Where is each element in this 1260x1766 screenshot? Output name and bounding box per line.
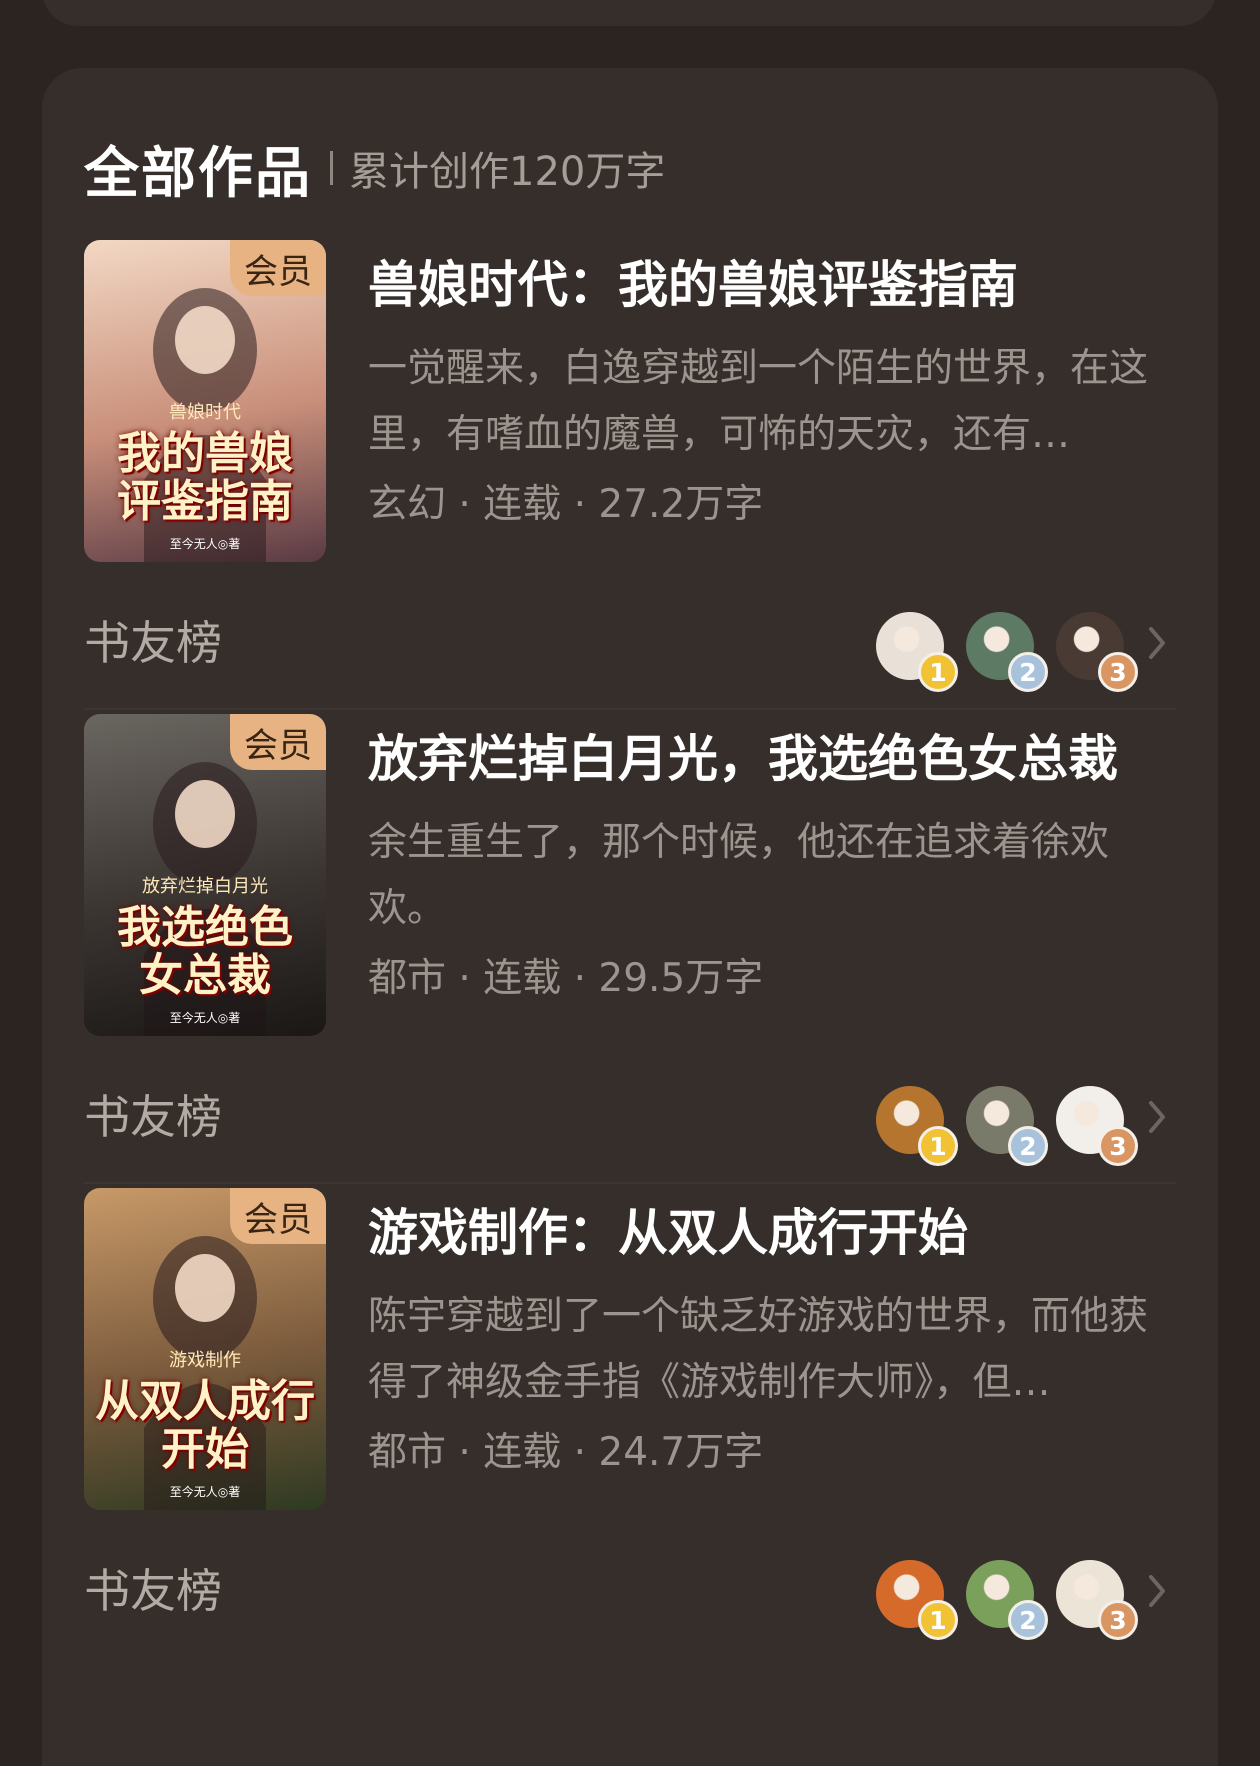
cover-title: 我选绝色 女总裁 [84, 904, 326, 1000]
header-divider [330, 151, 334, 185]
cover-title-line: 开始 [161, 1424, 249, 1475]
reader-avatar[interactable]: 3 [1056, 1086, 1138, 1166]
book-cover[interactable]: 兽娘时代 我的兽娘 评鉴指南 至今无人◎著 会员 [84, 240, 326, 562]
cover-title: 我的兽娘 评鉴指南 [84, 430, 326, 526]
reader-avatar[interactable]: 2 [966, 1560, 1048, 1640]
reader-ranking-label: 书友榜 [84, 1090, 222, 1144]
reader-ranking-row[interactable]: 书友榜 1 2 3 [84, 608, 1176, 692]
item-divider [84, 708, 1176, 710]
cover-subtitle: 游戏制作 [169, 1350, 241, 1371]
book-cover[interactable]: 游戏制作 从双人成行 开始 至今无人◎著 会员 [84, 1188, 326, 1510]
reader-avatar[interactable]: 3 [1056, 612, 1138, 692]
cover-title: 从双人成行 开始 [84, 1378, 326, 1474]
cover-subtitle: 放弃烂掉白月光 [142, 876, 268, 897]
rank-medal: 1 [918, 652, 958, 692]
cover-subtitle: 兽娘时代 [169, 402, 241, 423]
reader-ranking-label: 书友榜 [84, 1564, 222, 1618]
cover-author: 至今无人◎著 [169, 1485, 241, 1499]
rank-medal: 3 [1098, 652, 1138, 692]
item-divider [84, 1182, 1176, 1184]
cover-title-line: 从双人成行 [95, 1376, 315, 1427]
cover-title-line: 我的兽娘 [117, 428, 293, 479]
section-header: 全部作品 累计创作120万字 [84, 128, 665, 208]
rank-medal: 3 [1098, 1600, 1138, 1640]
book-description: 陈宇穿越到了一个缺乏好游戏的世界，而他获得了神级金手指《游戏制作大师》，但… [368, 1294, 1149, 1405]
member-badge: 会员 [230, 1188, 326, 1244]
book-meta: 都市 · 连载 · 29.5万字 [368, 956, 764, 1001]
book-info[interactable]: 兽娘时代：我的兽娘评鉴指南 一觉醒来，白逸穿越到一个陌生的世界，在这里，有嗜血的… [368, 240, 1176, 538]
reader-ranking-label: 书友榜 [84, 616, 222, 670]
cover-title-line: 我选绝色 [117, 902, 293, 953]
total-words-label: 累计创作120万字 [349, 149, 666, 195]
cover-title-line: 女总裁 [139, 950, 271, 1001]
book-title[interactable]: 放弃烂掉白月光，我选绝色女总裁 [368, 728, 1158, 790]
book-description: 一觉醒来，白逸穿越到一个陌生的世界，在这里，有嗜血的魔兽，可怖的天灾，还有… [368, 346, 1149, 457]
reader-ranking-row[interactable]: 书友榜 1 2 3 [84, 1556, 1176, 1640]
chevron-right-icon[interactable] [1142, 620, 1172, 666]
reader-avatar[interactable]: 1 [876, 612, 958, 692]
previous-section-card [42, 0, 1216, 26]
chevron-right-icon[interactable] [1142, 1568, 1172, 1614]
reader-avatar[interactable]: 2 [966, 1086, 1048, 1166]
rank-medal: 1 [918, 1126, 958, 1166]
reader-ranking-row[interactable]: 书友榜 1 2 3 [84, 1082, 1176, 1166]
member-badge: 会员 [230, 240, 326, 296]
cover-title-line: 评鉴指南 [117, 476, 293, 527]
reader-avatar[interactable]: 2 [966, 612, 1048, 692]
section-title: 全部作品 [84, 141, 313, 205]
reader-avatar[interactable]: 1 [876, 1560, 958, 1640]
book-info[interactable]: 游戏制作：从双人成行开始 陈宇穿越到了一个缺乏好游戏的世界，而他获得了神级金手指… [368, 1188, 1176, 1486]
book-meta: 玄幻 · 连载 · 27.2万字 [368, 482, 764, 527]
rank-medal: 2 [1008, 1600, 1048, 1640]
book-cover[interactable]: 放弃烂掉白月光 我选绝色 女总裁 至今无人◎著 会员 [84, 714, 326, 1036]
cover-author: 至今无人◎著 [169, 1011, 241, 1025]
top-readers: 1 2 3 [876, 1560, 1138, 1640]
book-description: 余生重生了，那个时候，他还在追求着徐欢欢。 [368, 820, 1110, 931]
book-title[interactable]: 游戏制作：从双人成行开始 [368, 1202, 1158, 1264]
book-info[interactable]: 放弃烂掉白月光，我选绝色女总裁 余生重生了，那个时候，他还在追求着徐欢欢。 都市… [368, 714, 1176, 1012]
top-readers: 1 2 3 [876, 612, 1138, 692]
rank-medal: 1 [918, 1600, 958, 1640]
reader-avatar[interactable]: 3 [1056, 1560, 1138, 1640]
rank-medal: 2 [1008, 1126, 1048, 1166]
member-badge: 会员 [230, 714, 326, 770]
book-meta: 都市 · 连载 · 24.7万字 [368, 1430, 764, 1475]
reader-avatar[interactable]: 1 [876, 1086, 958, 1166]
book-title[interactable]: 兽娘时代：我的兽娘评鉴指南 [368, 254, 1158, 316]
rank-medal: 3 [1098, 1126, 1138, 1166]
rank-medal: 2 [1008, 652, 1048, 692]
top-readers: 1 2 3 [876, 1086, 1138, 1166]
chevron-right-icon[interactable] [1142, 1094, 1172, 1140]
cover-author: 至今无人◎著 [169, 537, 241, 551]
